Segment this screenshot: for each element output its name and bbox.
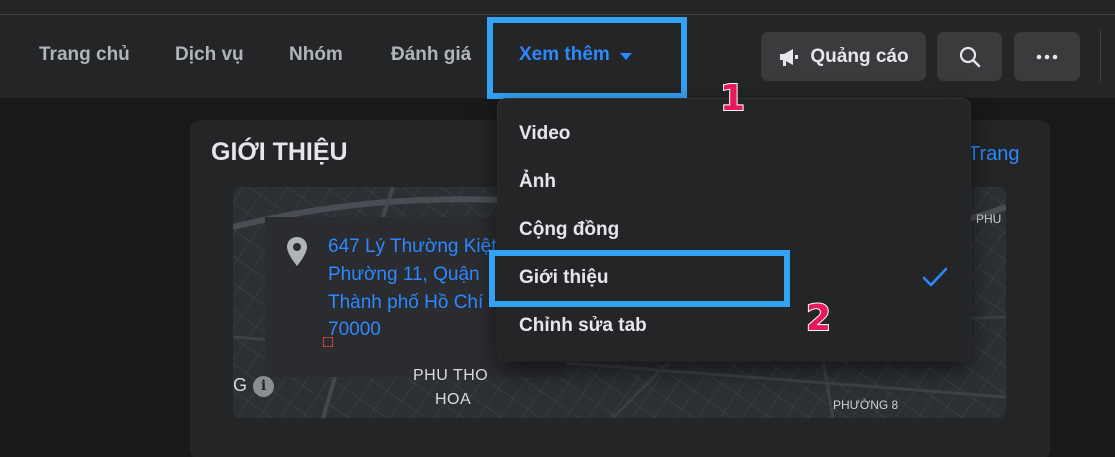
tab-services[interactable]: Dịch vụ <box>175 44 244 66</box>
megaphone-icon <box>780 48 799 66</box>
location-pin-icon <box>287 237 307 266</box>
menu-item-edit-tabs[interactable]: Chỉnh sửa tab <box>519 315 647 337</box>
step-number-2: 2 <box>805 297 832 340</box>
about-edit-link[interactable]: Trang <box>968 143 1020 166</box>
address-line-3[interactable]: Thành phố Hồ Chí <box>328 292 483 314</box>
about-title: GIỚI THIỆU <box>211 138 348 166</box>
tab-more-label: Xem thêm <box>519 44 610 65</box>
more-options-button[interactable] <box>1014 32 1080 81</box>
menu-item-video[interactable]: Video <box>519 123 570 145</box>
toolbar-divider <box>1100 30 1101 82</box>
tab-groups[interactable]: Nhóm <box>289 44 343 66</box>
ads-button[interactable]: Quảng cáo <box>761 32 926 81</box>
menu-item-photos[interactable]: Ảnh <box>519 171 556 193</box>
step-number-1: 1 <box>719 77 746 120</box>
checkmark-icon <box>922 267 948 287</box>
address-line-4[interactable]: 70000 <box>328 319 381 341</box>
menu-item-community[interactable]: Cộng đồng <box>519 219 619 241</box>
map-info-icon[interactable]: i <box>253 376 274 397</box>
address-line-2[interactable]: Phường 11, Quận <box>328 264 480 286</box>
more-dropdown-menu: Video Ảnh Cộng đồng Giới thiệu Chỉnh sửa… <box>498 99 970 361</box>
map-label-ward: PHƯỜNG 8 <box>833 398 899 412</box>
search-icon <box>959 46 980 67</box>
map-label-edge: PHU <box>976 212 1002 226</box>
map-label-district: PHU THO <box>413 367 489 384</box>
search-button[interactable] <box>937 32 1002 81</box>
map-google-logo: G <box>233 375 248 395</box>
tab-reviews[interactable]: Đánh giá <box>391 44 471 66</box>
caret-down-icon <box>619 53 632 60</box>
menu-item-about[interactable]: Giới thiệu <box>519 267 609 289</box>
tab-home[interactable]: Trang chủ <box>39 44 130 66</box>
more-dots-icon <box>1036 54 1058 59</box>
ads-button-label: Quảng cáo <box>810 45 909 67</box>
map-label-district-2: HOA <box>435 391 472 408</box>
address-line-1[interactable]: 647 Lý Thường Kiệt <box>328 236 497 258</box>
tab-more[interactable]: Xem thêm <box>519 44 632 66</box>
top-divider <box>0 14 1115 15</box>
